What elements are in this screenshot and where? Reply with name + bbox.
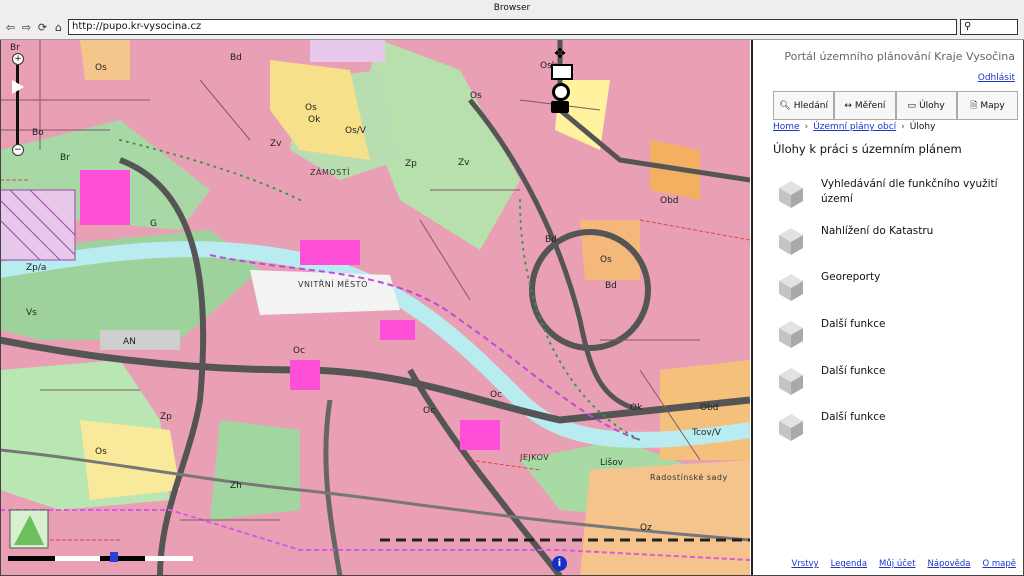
search-icon: ⚲	[964, 21, 972, 32]
back-arrow-icon[interactable]: ⇦	[3, 20, 18, 35]
window-title: Browser	[0, 0, 1024, 18]
forward-arrow-icon[interactable]: ⇨	[19, 20, 34, 35]
address-bar[interactable]: http://pupo.kr-vysocina.cz	[68, 19, 957, 35]
reload-icon[interactable]: ⟳	[35, 20, 50, 35]
search-box[interactable]: ⚲	[960, 19, 1018, 35]
browser-toolbar: ⇦ ⇨ ⟳ ⌂ http://pupo.kr-vysocina.cz ⚲	[0, 17, 1024, 40]
window-frame	[0, 40, 1024, 576]
home-icon[interactable]: ⌂	[51, 20, 66, 35]
